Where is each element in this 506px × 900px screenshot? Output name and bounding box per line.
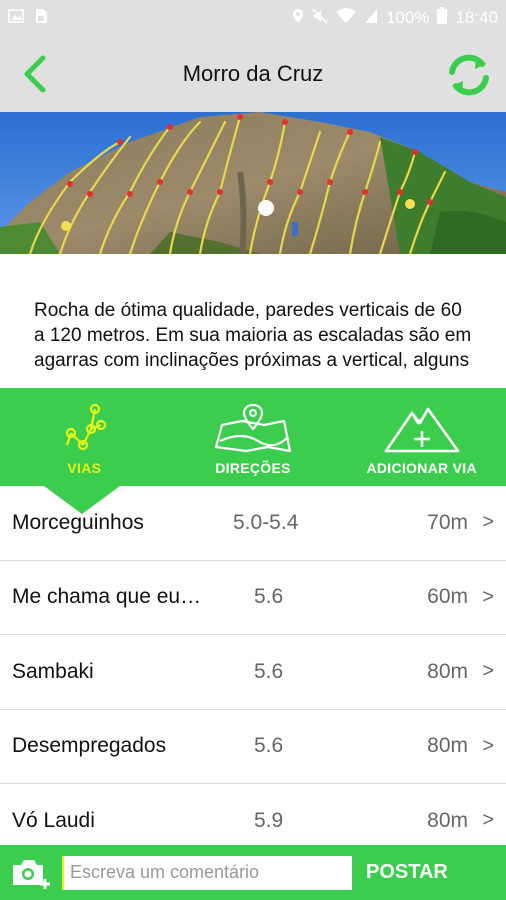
refresh-icon — [449, 54, 489, 96]
route-row[interactable]: Vó Laudi 5.9 80m > — [0, 784, 506, 844]
signal-icon — [364, 8, 378, 29]
map-pin-icon — [212, 400, 294, 456]
camera-button[interactable] — [0, 845, 62, 900]
crag-topo-image — [0, 112, 506, 254]
chevron-right-icon: > — [482, 809, 494, 832]
mute-icon — [312, 7, 328, 29]
route-row[interactable]: Me chama que eu… 5.6 60m > — [0, 561, 506, 635]
route-name: Desempregados — [12, 734, 167, 758]
tab-direcoes[interactable]: DIREÇÕES — [169, 388, 338, 486]
mountain-plus-icon — [382, 400, 462, 456]
battery-icon — [437, 7, 448, 29]
chevron-left-icon — [24, 55, 46, 93]
tab-direcoes-label: DIREÇÕES — [215, 460, 291, 476]
route-list: Morceguinhos 5.0-5.4 70m > Me chama que … — [0, 486, 506, 844]
description-text: Rocha de ótima qualidade, paredes vertic… — [34, 300, 472, 371]
tab-vias[interactable]: VIAS — [0, 388, 169, 486]
comment-input[interactable] — [62, 855, 352, 890]
chevron-right-icon: > — [482, 585, 494, 608]
route-row[interactable]: Desempregados 5.6 80m > — [0, 710, 506, 784]
route-name: Sambaki — [12, 659, 94, 683]
chevron-right-icon: > — [482, 511, 494, 534]
comment-bar: POSTAR — [0, 845, 506, 900]
route-name: Vó Laudi — [12, 808, 95, 832]
chevron-right-icon: > — [482, 734, 494, 757]
tab-vias-label: VIAS — [67, 460, 102, 476]
route-grade: 5.9 — [254, 808, 284, 832]
route-length: 80m — [427, 734, 468, 758]
location-icon — [292, 8, 304, 29]
route-row[interactable]: Sambaki 5.6 80m > — [0, 635, 506, 710]
route-grade: 5.6 — [254, 734, 284, 758]
route-grade: 5.6 — [254, 659, 284, 683]
clock: 18:40 — [455, 8, 498, 27]
status-bar: 100% 18:40 — [0, 0, 506, 36]
tab-bar: VIAS DIREÇÕES ADICIONAR VIA — [0, 388, 506, 486]
route-name: Me chama que eu… — [12, 585, 202, 609]
refresh-button[interactable] — [444, 50, 494, 100]
route-length: 80m — [427, 808, 468, 832]
tab-adicionar-via-label: ADICIONAR VIA — [366, 460, 477, 476]
chevron-right-icon: > — [482, 660, 494, 683]
app-bar: Morro da Cruz — [0, 36, 506, 112]
battery-percent: 100% — [385, 8, 430, 27]
post-button[interactable]: POSTAR — [366, 861, 448, 884]
route-row[interactable]: Morceguinhos 5.0-5.4 70m > — [0, 486, 506, 561]
camera-add-icon — [13, 859, 50, 889]
wifi-icon — [335, 7, 356, 29]
route-length: 70m — [427, 510, 468, 534]
route-length: 80m — [427, 659, 468, 683]
crag-description: Rocha de ótima qualidade, paredes vertic… — [0, 254, 506, 388]
back-button[interactable] — [14, 52, 58, 96]
route-grade: 5.6 — [254, 585, 284, 609]
route-length: 60m — [427, 585, 468, 609]
route-name: Morceguinhos — [12, 510, 144, 534]
tab-adicionar-via[interactable]: ADICIONAR VIA — [337, 388, 506, 486]
route-grade: 5.0-5.4 — [233, 510, 299, 534]
routes-network-icon — [61, 400, 107, 456]
image-icon — [8, 8, 24, 28]
sim-icon — [34, 8, 48, 29]
page-title: Morro da Cruz — [182, 61, 324, 86]
